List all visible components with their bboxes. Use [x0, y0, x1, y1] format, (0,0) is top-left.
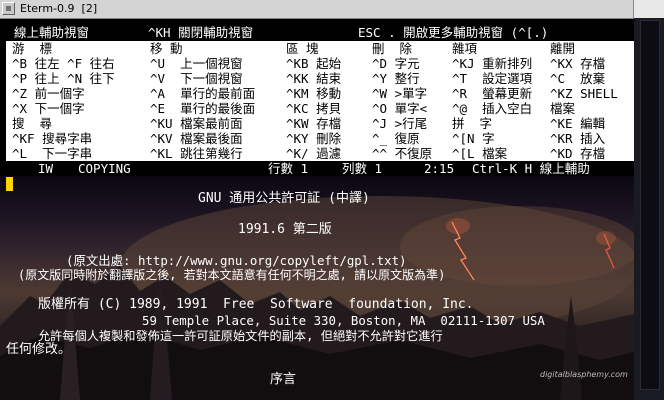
help-cell-cursor: 搜 尋 — [12, 116, 53, 131]
eterm-window: Eterm-0.9 [2] 線上輔助視窗 ^KH 關閉輔助視窗 ESC . 開啟… — [0, 0, 664, 400]
help-cell-exit: ^KX 存檔 — [550, 56, 606, 71]
help-cell-misc: ^KJ 重新排列 — [452, 56, 533, 71]
window-menu-icon — [6, 6, 11, 11]
help-cell-move: ^KV 檔案最後面 — [150, 131, 243, 146]
help-header-row: 游 標 移 動 區 塊 刪 除 雜項 離開 — [6, 41, 634, 56]
help-cell-exit: ^C 放棄 — [550, 71, 606, 86]
help-cell-block: ^K/ 過濾 — [286, 146, 342, 161]
doc-title: GNU 通用公共許可証 (中譯) — [198, 191, 370, 206]
help-cell-cursor: ^Z 前一個字 — [12, 86, 85, 101]
help-cell-exit: 檔案 — [550, 101, 576, 116]
help-cell-misc: ^[N 字 — [452, 131, 495, 146]
help-cell-move: ^KU 檔案最前面 — [150, 116, 243, 131]
doc-copyright-line2: 59 Temple Place, Suite 330, Boston, MA 0… — [142, 313, 545, 328]
header-cursor: 游 標 — [12, 41, 53, 56]
help-cell-exit: ^KD 存檔 — [550, 146, 606, 161]
doc-permission-line1: 允許每個人複製和發佈這一許可証原始文件的副本, 但絕對不允許對它進行 — [38, 329, 443, 343]
doc-copyright-line1: 版權所有 (C) 1989, 1991 Free Software founda… — [38, 297, 474, 312]
help-cell-cursor: ^L 下一字串 — [12, 146, 93, 161]
help-close-hint: ^KH 關閉輔助視窗 — [148, 25, 254, 40]
help-cell-delete: ^D 字元 — [372, 56, 420, 71]
background-wallpaper — [0, 176, 634, 400]
help-cell-cursor: ^P 往上 ^N 往下 — [12, 71, 115, 86]
help-title-bar: 線上輔助視窗 ^KH 關閉輔助視窗 ESC . 開啟更多輔助視窗 (^[.) — [6, 25, 634, 41]
help-cell-delete: ^^ 不復原 — [372, 146, 433, 161]
status-help-hint: Ctrl-K H 線上輔助 — [472, 161, 590, 176]
status-mode: IW — [38, 161, 54, 176]
window-menu-button[interactable] — [2, 2, 15, 15]
help-row: ^KF 搜尋字串 ^KV 檔案最後面 ^KY 刪除 ^_ 復原 ^[N 字 ^KR 插入 — [6, 131, 634, 146]
help-row: ^P 往上 ^N 往下 ^V 下一個視窗 ^KK 結束 ^Y 整行 ^T 設定選項 ^C … — [6, 71, 634, 86]
header-block: 區 塊 — [286, 41, 319, 56]
title-bar[interactable]: Eterm-0.9 [2] — [0, 0, 664, 19]
doc-disclaimer: (原文版同時附於翻譯版之後, 若對本文語意有任何不明之處, 請以原文版為準) — [18, 268, 446, 282]
help-row: ^Z 前一個字 ^A 單行的最前面 ^KM 移動 ^W >單字 ^R 螢幕更新 ^KZ S… — [6, 86, 634, 101]
status-file: COPYING — [78, 161, 131, 176]
help-cell-delete: ^_ 復原 — [372, 131, 420, 146]
header-delete: 刪 除 — [372, 41, 413, 56]
doc-preamble: 序言 — [270, 372, 297, 387]
title-bar-end — [633, 0, 664, 18]
help-cell-block: ^KW 存檔 — [286, 116, 342, 131]
help-cell-move: ^V 下一個視窗 — [150, 71, 243, 86]
status-time: 2:15 — [424, 161, 455, 176]
help-cell-block: ^KY 刪除 — [286, 131, 342, 146]
help-more-hint: ESC . 開啟更多輔助視窗 (^[.) — [358, 25, 549, 40]
help-cell-move: ^U 上一個視窗 — [150, 56, 243, 71]
doc-version: 1991.6 第二版 — [238, 222, 332, 237]
help-cell-block: ^KC 拷貝 — [286, 101, 342, 116]
help-cell-move: ^E 單行的最後面 — [150, 101, 256, 116]
help-cell-block: ^KB 起始 — [286, 56, 342, 71]
landscape-image — [0, 196, 634, 400]
help-row: ^L 下一字串 ^KL 跳往第幾行 ^K/ 過濾 ^^ 不復原 ^[L 檔案 ^KD 存檔 — [6, 146, 634, 161]
header-move: 移 動 — [150, 41, 183, 56]
help-cell-block: ^KM 移動 — [286, 86, 342, 101]
help-cell-delete: ^J >行尾 — [372, 116, 428, 131]
help-cell-exit: ^KE 編輯 — [550, 116, 606, 131]
help-cell-misc: ^T 設定選項 — [452, 71, 533, 86]
help-cell-move: ^A 單行的最前面 — [150, 86, 256, 101]
help-title: 線上輔助視窗 — [14, 25, 90, 40]
help-cell-cursor: ^B 往左 ^F 往右 — [12, 56, 115, 71]
help-row: 搜 尋 ^KU 檔案最前面 ^KW 存檔 ^J >行尾 拼 字 ^KE 編輯 — [6, 116, 634, 131]
help-row: ^B 往左 ^F 往右 ^U 上一個視窗 ^KB 起始 ^D 字元 ^KJ 重新排列 ^K… — [6, 56, 634, 71]
help-cell-cursor: ^X 下一個字 — [12, 101, 85, 116]
help-cell-move: ^KL 跳往第幾行 — [150, 146, 243, 161]
help-panel: 線上輔助視窗 ^KH 關閉輔助視窗 ESC . 開啟更多輔助視窗 (^[.) 游… — [6, 25, 634, 176]
help-cell-exit: ^KR 插入 — [550, 131, 606, 146]
status-col: 列數 1 — [342, 161, 383, 176]
help-cell-misc: ^[L 檔案 — [452, 146, 508, 161]
help-row: ^X 下一個字 ^E 單行的最後面 ^KC 拷貝 ^O 單字< ^@ 插入空白 檔案 — [6, 101, 634, 116]
help-cell-misc: 拼 字 — [452, 116, 493, 131]
help-cell-misc: ^R 螢幕更新 — [452, 86, 533, 101]
window-title: Eterm-0.9 [2] — [20, 2, 98, 15]
wallpaper-credit: digitalblasphemy.com — [540, 370, 628, 379]
header-misc: 雜項 — [452, 41, 478, 56]
status-bar: IW COPYING 行數 1 列數 1 2:15 Ctrl-K H 線上輔助 — [6, 161, 634, 176]
help-cell-exit: ^KZ SHELL — [550, 86, 618, 101]
text-cursor — [6, 177, 13, 191]
header-exit: 離開 — [550, 41, 576, 56]
status-row: 行數 1 — [268, 161, 309, 176]
help-cell-block: ^KK 結束 — [286, 71, 342, 86]
help-cell-delete: ^Y 整行 — [372, 71, 420, 86]
help-cell-delete: ^W >單字 — [372, 86, 428, 101]
scrollbar[interactable] — [640, 20, 660, 390]
doc-permission-line2: 任何修改。 — [6, 342, 72, 357]
help-cell-cursor: ^KF 搜尋字串 — [12, 131, 93, 146]
help-cell-delete: ^O 單字< — [372, 101, 428, 116]
help-cell-misc: ^@ 插入空白 — [452, 101, 533, 116]
